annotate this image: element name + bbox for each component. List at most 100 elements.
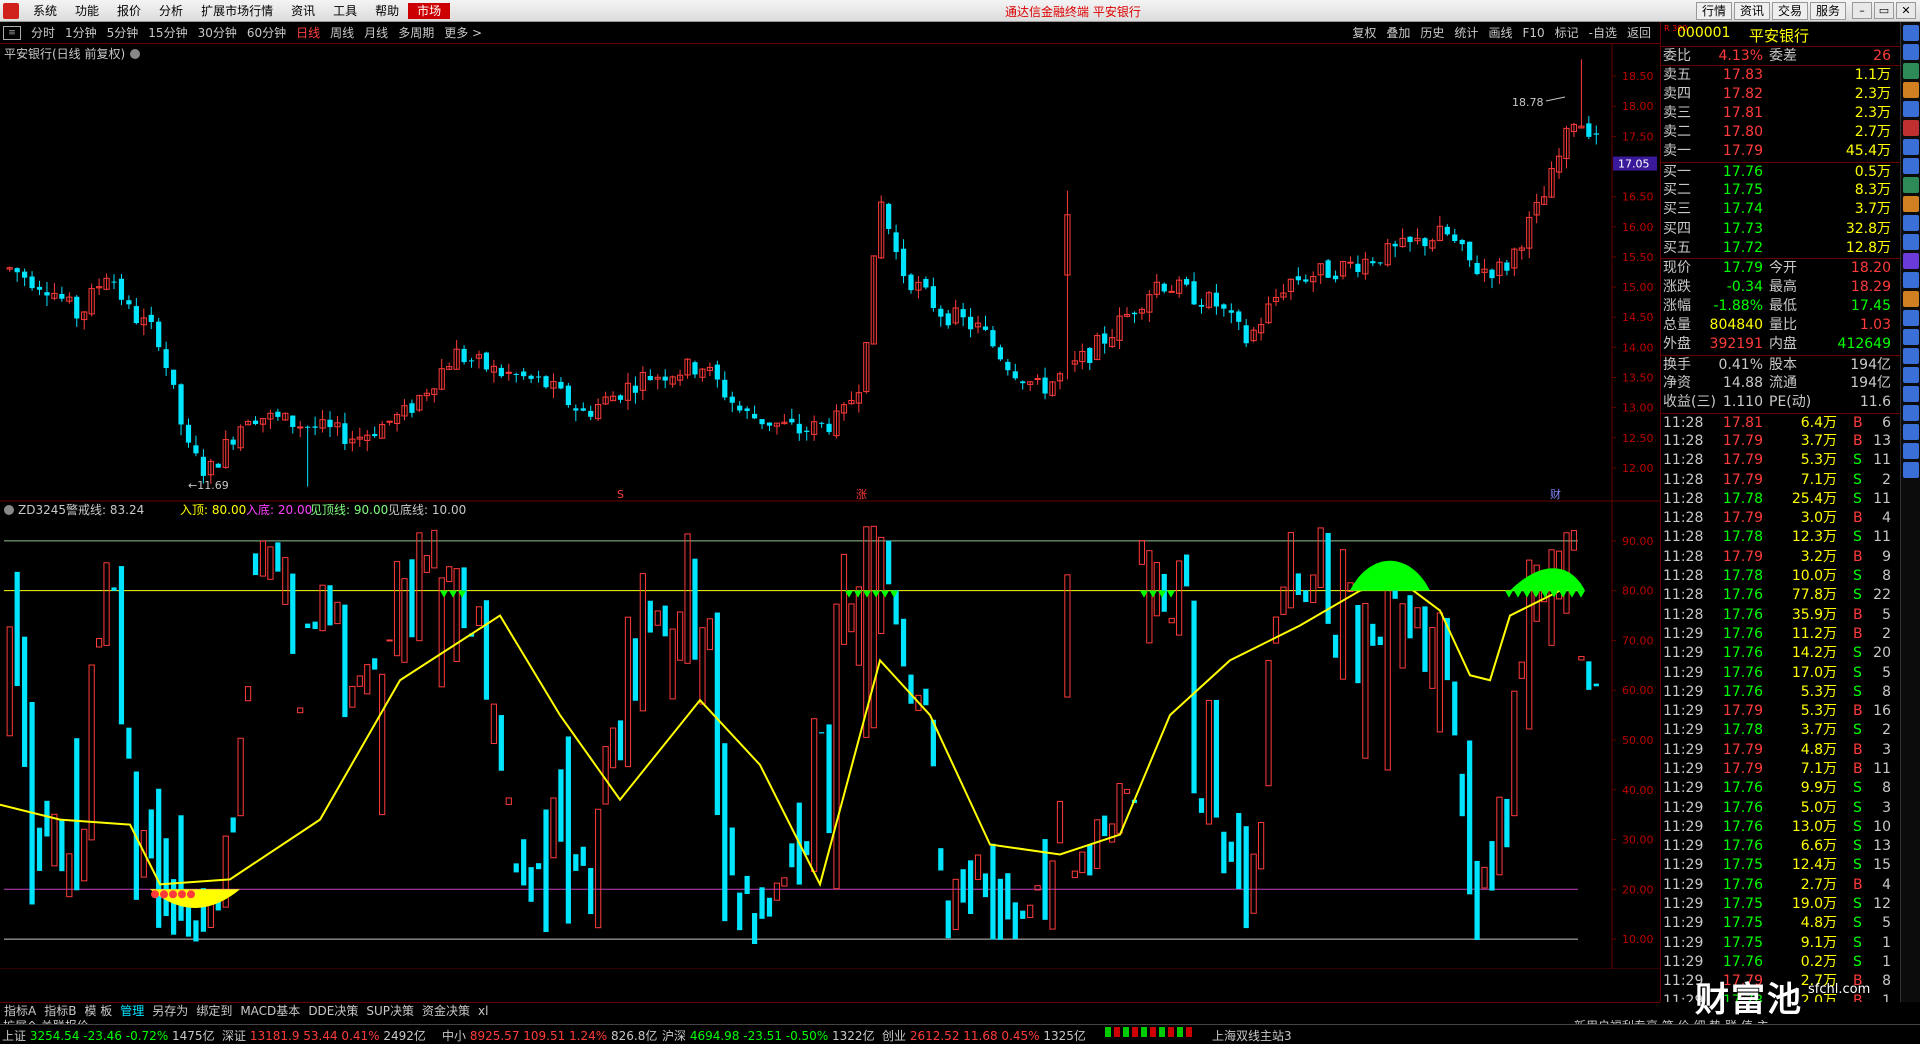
indicator-tab-9[interactable]: 资金决策 bbox=[418, 1003, 474, 1019]
index-item[interactable]: 创业 2612.52 11.68 0.45% 1325亿 bbox=[882, 1027, 1086, 1044]
indicator-tab-1[interactable]: 指标B bbox=[40, 1003, 80, 1019]
tick-volume: 19.0万 bbox=[1791, 896, 1837, 913]
menu-item-4[interactable]: 扩展市场行情 bbox=[192, 3, 282, 19]
side-tool-icon[interactable] bbox=[1903, 158, 1919, 174]
indicator-bar bbox=[446, 566, 453, 583]
indicator-bar bbox=[1467, 740, 1473, 895]
menu-item-3[interactable]: 分析 bbox=[150, 3, 192, 19]
stock-name[interactable]: 平安银行 bbox=[1749, 25, 1809, 46]
side-tool-icon[interactable] bbox=[1903, 82, 1919, 98]
index-item[interactable]: 深证 13181.9 53.44 0.41% 2492亿 bbox=[222, 1027, 426, 1044]
side-tool-icon[interactable] bbox=[1903, 63, 1919, 79]
indicator-tab-4[interactable]: 另存为 bbox=[148, 1003, 192, 1019]
indicator-bar bbox=[886, 540, 892, 585]
menu-item-2[interactable]: 报价 bbox=[108, 3, 150, 19]
side-tool-icon[interactable] bbox=[1903, 424, 1919, 440]
top-button-1[interactable]: 资讯 bbox=[1733, 2, 1770, 20]
side-tool-icon[interactable] bbox=[1903, 44, 1919, 60]
toggle-panel-icon[interactable]: ≡ bbox=[3, 26, 21, 40]
side-tool-icon[interactable] bbox=[1903, 291, 1919, 307]
tool-button-7[interactable]: -自选 bbox=[1584, 25, 1622, 41]
side-tool-icon[interactable] bbox=[1903, 462, 1919, 478]
top-button-3[interactable]: 服务 bbox=[1809, 2, 1846, 20]
tool-button-0[interactable]: 复权 bbox=[1347, 25, 1381, 41]
indicator-tab-8[interactable]: SUP决策 bbox=[362, 1003, 418, 1019]
top-button-2[interactable]: 交易 bbox=[1771, 2, 1808, 20]
period-tab-8[interactable]: 月线 bbox=[359, 25, 393, 41]
indicator-tab-7[interactable]: DDE决策 bbox=[304, 1003, 362, 1019]
maximize-icon[interactable]: ▭ bbox=[1874, 2, 1894, 19]
tick-price: 17.79 bbox=[1722, 703, 1763, 720]
tool-button-8[interactable]: 返回 bbox=[1622, 25, 1656, 41]
tool-button-6[interactable]: 标记 bbox=[1550, 25, 1584, 41]
side-tool-icon[interactable] bbox=[1903, 386, 1919, 402]
indicator-tab-5[interactable]: 绑定到 bbox=[192, 1003, 236, 1019]
side-tool-icon[interactable] bbox=[1903, 329, 1919, 345]
period-toolbar: ≡ 分时 1分钟 5分钟 15分钟 30分钟 60分钟 日线 周线 月线 多周期 更多 > 复权 叠加… bbox=[0, 22, 1660, 44]
indicator-bar bbox=[1399, 603, 1406, 669]
side-tool-icon[interactable] bbox=[1903, 253, 1919, 269]
side-tool-icon[interactable] bbox=[1903, 139, 1919, 155]
kline-chart-area[interactable]: 平安银行(日线 前复权)18.5018.0017.5017.0016.5016.… bbox=[0, 44, 1660, 969]
indicator-tab-2[interactable]: 模 板 bbox=[80, 1003, 116, 1019]
minimize-icon[interactable]: – bbox=[1852, 2, 1872, 19]
tool-button-1[interactable]: 叠加 bbox=[1381, 25, 1415, 41]
indicator-bar bbox=[759, 887, 765, 919]
tool-button-3[interactable]: 统计 bbox=[1449, 25, 1483, 41]
period-tab-0[interactable]: 分时 bbox=[26, 25, 60, 41]
candle-body bbox=[1102, 333, 1108, 344]
side-tool-icon[interactable] bbox=[1903, 25, 1919, 41]
indicator-tab-6[interactable]: MACD基本 bbox=[236, 1003, 304, 1019]
side-tool-icon[interactable] bbox=[1903, 196, 1919, 212]
side-tool-icon[interactable] bbox=[1903, 101, 1919, 117]
period-tab-9[interactable]: 多周期 bbox=[393, 25, 439, 41]
indicator-tab-3[interactable]: 管理 bbox=[116, 1003, 148, 1019]
menu-item-0[interactable]: 系统 bbox=[24, 3, 66, 19]
tick-price: 17.76 bbox=[1722, 838, 1763, 855]
indicator-tab-10[interactable]: xl bbox=[474, 1003, 492, 1019]
candle-body bbox=[1593, 133, 1599, 135]
menu-item-5[interactable]: 资讯 bbox=[282, 3, 324, 19]
period-tab-6[interactable]: 日线 bbox=[291, 25, 325, 41]
tool-button-4[interactable]: 画线 bbox=[1483, 25, 1517, 41]
side-tool-icon[interactable] bbox=[1903, 234, 1919, 250]
indicator-bar bbox=[163, 838, 169, 917]
menu-item-6[interactable]: 工具 bbox=[324, 3, 366, 19]
period-tab-3[interactable]: 15分钟 bbox=[143, 25, 192, 41]
stock-code[interactable]: 000001 bbox=[1677, 25, 1730, 41]
candle-body bbox=[185, 424, 192, 443]
top-button-0[interactable]: 行情 bbox=[1695, 2, 1732, 20]
buy-label: 买三 bbox=[1663, 201, 1691, 218]
signal-marker-icon bbox=[151, 890, 159, 899]
menu-item-8[interactable]: 市场 bbox=[408, 3, 451, 19]
candle-body bbox=[1087, 348, 1093, 364]
period-tab-1[interactable]: 1分钟 bbox=[60, 25, 102, 41]
side-tool-icon[interactable] bbox=[1903, 443, 1919, 459]
server-station: 上海双线主站3 bbox=[1212, 1029, 1292, 1043]
side-tool-icon[interactable] bbox=[1903, 272, 1919, 288]
menu-item-1[interactable]: 功能 bbox=[66, 3, 108, 19]
period-tab-2[interactable]: 5分钟 bbox=[102, 25, 144, 41]
side-tool-icon[interactable] bbox=[1903, 367, 1919, 383]
side-tool-icon[interactable] bbox=[1903, 405, 1919, 421]
close-icon[interactable]: ✕ bbox=[1896, 2, 1916, 19]
side-tool-icon[interactable] bbox=[1903, 215, 1919, 231]
period-tab-10[interactable]: 更多 > bbox=[439, 25, 487, 41]
index-item[interactable]: 中小 8925.57 109.51 1.24% 826.8亿 bbox=[442, 1027, 657, 1044]
indicator-tab-0[interactable]: 指标A bbox=[0, 1003, 40, 1019]
sell-label: 卖四 bbox=[1663, 85, 1691, 102]
period-tab-4[interactable]: 30分钟 bbox=[193, 25, 242, 41]
candle-body bbox=[528, 375, 534, 379]
period-tab-7[interactable]: 周线 bbox=[325, 25, 359, 41]
indicator-bar bbox=[848, 603, 855, 633]
tool-button-5[interactable]: F10 bbox=[1517, 25, 1549, 41]
index-item[interactable]: 沪深 4694.98 -23.51 -0.50% 1322亿 bbox=[662, 1027, 875, 1044]
side-tool-icon[interactable] bbox=[1903, 310, 1919, 326]
side-tool-icon[interactable] bbox=[1903, 120, 1919, 136]
menu-item-7[interactable]: 帮助 bbox=[366, 3, 408, 19]
index-item[interactable]: 上证 3254.54 -23.46 -0.72% 1475亿 bbox=[2, 1027, 215, 1044]
period-tab-5[interactable]: 60分钟 bbox=[242, 25, 291, 41]
side-tool-icon[interactable] bbox=[1903, 348, 1919, 364]
side-tool-icon[interactable] bbox=[1903, 177, 1919, 193]
tool-button-2[interactable]: 历史 bbox=[1415, 25, 1449, 41]
